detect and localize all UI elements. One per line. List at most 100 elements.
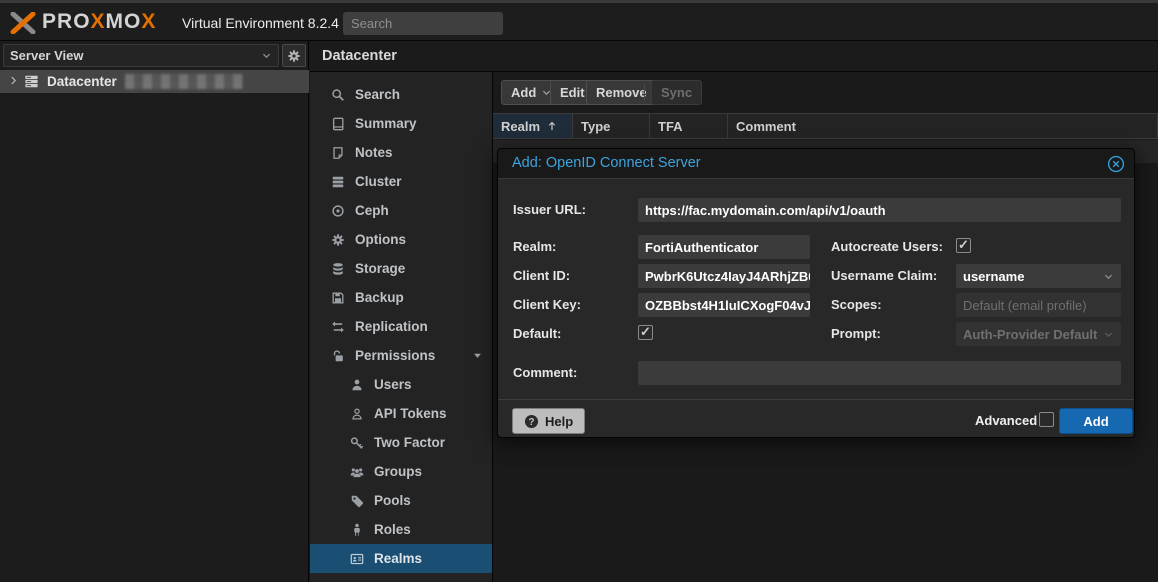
dialog-footer: ? Help Advanced Add bbox=[498, 399, 1134, 438]
column-header-label: Realm bbox=[501, 119, 540, 134]
scopes-field[interactable] bbox=[956, 293, 1121, 317]
sidebar-item-label: Two Factor bbox=[374, 435, 445, 450]
advanced-checkbox[interactable] bbox=[1039, 412, 1054, 427]
sidebar-item-partial[interactable] bbox=[310, 573, 493, 582]
sidebar-item-two-factor[interactable]: Two Factor bbox=[310, 428, 493, 457]
sidebar-item-label: Users bbox=[374, 377, 412, 392]
realm-field[interactable]: FortiAuthenticator bbox=[638, 235, 810, 259]
sidebar-item-users[interactable]: Users bbox=[310, 370, 493, 399]
add-openid-dialog: Add: OpenID Connect Server Issuer URL: h… bbox=[497, 148, 1135, 438]
close-icon[interactable] bbox=[1107, 155, 1125, 173]
remove-button[interactable]: Remove bbox=[586, 80, 657, 105]
chevron-down-icon bbox=[1103, 271, 1114, 282]
top-bar: PROXMOX Virtual Environment 8.2.4 bbox=[0, 0, 1158, 41]
book-icon bbox=[330, 117, 346, 131]
column-header-realm[interactable]: Realm bbox=[493, 114, 573, 138]
sidebar-item-backup[interactable]: Backup bbox=[310, 283, 493, 312]
add-button-label: Add bbox=[511, 85, 536, 100]
help-button-label: Help bbox=[545, 414, 573, 429]
client-id-label: Client ID: bbox=[513, 268, 570, 283]
sidebar-item-pools[interactable]: Pools bbox=[310, 486, 493, 515]
sort-ascending-icon bbox=[546, 120, 558, 132]
unlock-icon bbox=[330, 349, 346, 363]
proxmox-logo-icon bbox=[10, 12, 36, 34]
autocreate-users-checkbox[interactable] bbox=[956, 238, 971, 253]
server-icon bbox=[24, 74, 39, 89]
column-header-label: Comment bbox=[736, 119, 796, 134]
sidebar-item-groups[interactable]: Groups bbox=[310, 457, 493, 486]
scopes-label: Scopes: bbox=[831, 297, 882, 312]
client-key-field[interactable]: OZBBbst4H1luICXogF04vJl bbox=[638, 293, 810, 317]
prompt-dropdown[interactable]: Auth-Provider Default bbox=[956, 322, 1121, 346]
key-icon bbox=[349, 436, 365, 450]
sidebar-item-label: API Tokens bbox=[374, 406, 447, 421]
sidebar-item-label: Options bbox=[355, 232, 406, 247]
sidebar-item-search[interactable]: Search bbox=[310, 80, 493, 109]
realm-label: Realm: bbox=[513, 239, 556, 254]
table-header-row: Realm Type TFA Comment bbox=[493, 113, 1158, 139]
sidebar-item-api-tokens[interactable]: API Tokens bbox=[310, 399, 493, 428]
proxmox-logo-text: PROXMOX bbox=[42, 10, 156, 34]
issuer-url-label: Issuer URL: bbox=[513, 202, 586, 217]
column-header-tfa[interactable]: TFA bbox=[650, 114, 728, 138]
id-card-icon bbox=[349, 552, 365, 566]
default-label: Default: bbox=[513, 326, 561, 341]
sidebar-item-cluster[interactable]: Cluster bbox=[310, 167, 493, 196]
issuer-url-field[interactable]: https://fac.mydomain.com/api/v1/oauth bbox=[638, 198, 1121, 222]
sidebar-item-storage[interactable]: Storage bbox=[310, 254, 493, 283]
help-button[interactable]: ? Help bbox=[512, 408, 585, 434]
ceph-icon bbox=[330, 204, 346, 218]
sidebar-item-label: Storage bbox=[355, 261, 405, 276]
sidebar-item-ceph[interactable]: Ceph bbox=[310, 196, 493, 225]
replication-icon bbox=[330, 320, 346, 334]
column-header-type[interactable]: Type bbox=[573, 114, 650, 138]
sidebar-item-summary[interactable]: Summary bbox=[310, 109, 493, 138]
version-label: Virtual Environment 8.2.4 bbox=[182, 15, 339, 31]
client-id-field[interactable]: PwbrK6Utcz4IayJ4ARhjZB0 bbox=[638, 264, 810, 288]
sidebar-item-label: Cluster bbox=[355, 174, 402, 189]
chevron-down-icon bbox=[1103, 329, 1114, 340]
tree-settings-button[interactable] bbox=[282, 44, 306, 67]
sidebar-item-realms[interactable]: Realms bbox=[310, 544, 493, 573]
sync-button[interactable]: Sync bbox=[651, 80, 702, 105]
person-icon bbox=[349, 523, 365, 537]
tree-item-datacenter[interactable]: Datacenter bbox=[0, 70, 309, 93]
sidebar-item-permissions[interactable]: Permissions bbox=[310, 341, 493, 370]
advanced-label: Advanced bbox=[975, 413, 1037, 428]
sidebar-item-label: Groups bbox=[374, 464, 422, 479]
dialog-titlebar[interactable]: Add: OpenID Connect Server bbox=[498, 149, 1134, 179]
sidebar-item-label: Search bbox=[355, 87, 400, 102]
sidebar-item-notes[interactable]: Notes bbox=[310, 138, 493, 167]
add-submit-button[interactable]: Add bbox=[1059, 408, 1133, 434]
storage-icon bbox=[330, 262, 346, 276]
client-key-label: Client Key: bbox=[513, 297, 581, 312]
sidebar-item-roles[interactable]: Roles bbox=[310, 515, 493, 544]
comment-label: Comment: bbox=[513, 365, 577, 380]
proxmox-app-window: PROXMOX Virtual Environment 8.2.4 Server… bbox=[0, 0, 1158, 582]
remove-button-label: Remove bbox=[596, 85, 647, 100]
username-claim-value: username bbox=[963, 269, 1024, 284]
resource-tree-panel: Server View Datacenter bbox=[0, 41, 309, 582]
chevron-down-icon bbox=[261, 50, 272, 61]
username-claim-dropdown[interactable]: username bbox=[956, 264, 1121, 288]
view-selector-dropdown[interactable]: Server View bbox=[3, 44, 279, 67]
sidebar-item-label: Roles bbox=[374, 522, 411, 537]
content-header: Datacenter bbox=[310, 41, 1158, 72]
edit-button-label: Edit bbox=[560, 85, 585, 100]
expander-arrow-icon[interactable] bbox=[8, 73, 22, 91]
users-icon bbox=[349, 465, 365, 479]
tag-icon bbox=[349, 494, 365, 508]
sidebar-item-label: Notes bbox=[355, 145, 393, 160]
caret-down-icon[interactable] bbox=[472, 350, 483, 361]
column-header-comment[interactable]: Comment bbox=[728, 114, 1158, 138]
sidebar-item-label: Pools bbox=[374, 493, 411, 508]
sidebar-item-options[interactable]: Options bbox=[310, 225, 493, 254]
datacenter-menu: Search Summary Notes Cluster Ceph Options Stor… bbox=[310, 72, 493, 582]
global-search-input[interactable] bbox=[343, 12, 503, 35]
default-checkbox[interactable] bbox=[638, 325, 653, 340]
comment-field[interactable] bbox=[638, 361, 1121, 385]
view-selector-label: Server View bbox=[10, 48, 83, 63]
sidebar-item-replication[interactable]: Replication bbox=[310, 312, 493, 341]
sidebar-item-label: Summary bbox=[355, 116, 417, 131]
column-header-label: Type bbox=[581, 119, 610, 134]
